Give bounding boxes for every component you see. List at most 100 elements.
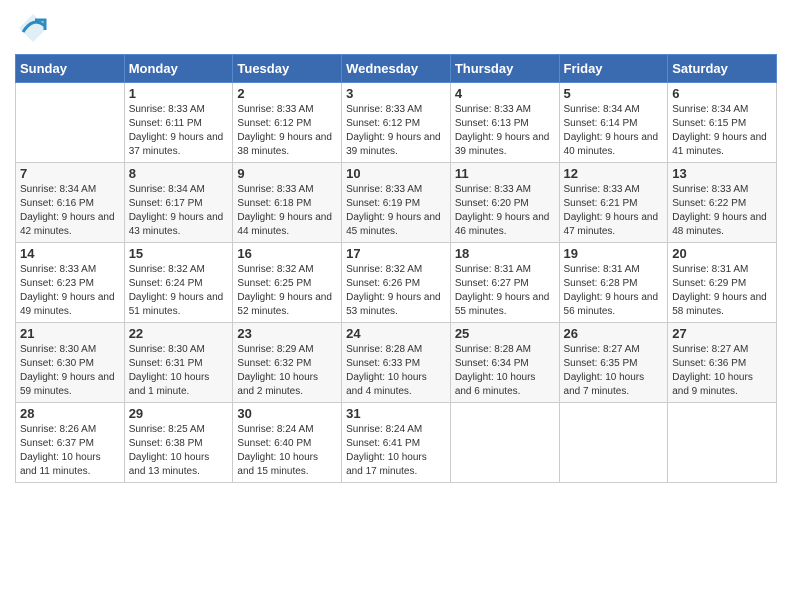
day-info: Sunrise: 8:26 AM Sunset: 6:37 PM Dayligh… — [20, 423, 120, 479]
calendar-cell: 13 Sunrise: 8:33 AM Sunset: 6:22 PM Dayli… — [668, 163, 777, 243]
calendar-cell: 28 Sunrise: 8:26 AM Sunset: 6:37 PM Dayli… — [16, 403, 125, 483]
day-info: Sunrise: 8:33 AM Sunset: 6:13 PM Dayligh… — [455, 103, 555, 159]
day-info: Sunrise: 8:31 AM Sunset: 6:29 PM Dayligh… — [672, 263, 772, 319]
day-number: 31 — [346, 406, 446, 421]
day-info: Sunrise: 8:24 AM Sunset: 6:41 PM Dayligh… — [346, 423, 446, 479]
day-info: Sunrise: 8:33 AM Sunset: 6:19 PM Dayligh… — [346, 183, 446, 239]
calendar-table: SundayMondayTuesdayWednesdayThursdayFrid… — [15, 54, 777, 483]
day-number: 18 — [455, 246, 555, 261]
calendar-cell: 27Sunrise: 8:27 AM Sunset: 6:36 PM Dayli… — [668, 323, 777, 403]
calendar-cell: 8Sunrise: 8:34 AM Sunset: 6:17 PM Daylig… — [124, 163, 233, 243]
day-number: 7 — [20, 166, 120, 181]
calendar-cell: 7 Sunrise: 8:34 AM Sunset: 6:16 PM Daylig… — [16, 163, 125, 243]
day-number: 8 — [129, 166, 229, 181]
col-header-friday: Friday — [559, 55, 668, 83]
calendar-cell: 12 Sunrise: 8:33 AM Sunset: 6:21 PM Dayli… — [559, 163, 668, 243]
day-info: Sunrise: 8:25 AM Sunset: 6:38 PM Dayligh… — [129, 423, 229, 479]
day-info: Sunrise: 8:33 AM Sunset: 6:21 PM Dayligh… — [564, 183, 664, 239]
day-number: 29 — [129, 406, 229, 421]
calendar-week-row: 21Sunrise: 8:30 AM Sunset: 6:30 PM Dayli… — [16, 323, 777, 403]
day-number: 24 — [346, 326, 446, 341]
day-info: Sunrise: 8:33 AM Sunset: 6:18 PM Dayligh… — [237, 183, 337, 239]
day-info: Sunrise: 8:28 AM Sunset: 6:33 PM Dayligh… — [346, 343, 446, 399]
calendar-cell: 2 Sunrise: 8:33 AM Sunset: 6:12 PM Daylig… — [233, 83, 342, 163]
calendar-week-row: 14 Sunrise: 8:33 AM Sunset: 6:23 PM Dayli… — [16, 243, 777, 323]
day-number: 2 — [237, 86, 337, 101]
day-info: Sunrise: 8:33 AM Sunset: 6:20 PM Dayligh… — [455, 183, 555, 239]
day-info: Sunrise: 8:28 AM Sunset: 6:34 PM Dayligh… — [455, 343, 555, 399]
day-number: 4 — [455, 86, 555, 101]
day-info: Sunrise: 8:33 AM Sunset: 6:12 PM Dayligh… — [346, 103, 446, 159]
day-info: Sunrise: 8:34 AM Sunset: 6:14 PM Dayligh… — [564, 103, 664, 159]
calendar-cell: 30 Sunrise: 8:24 AM Sunset: 6:40 PM Dayli… — [233, 403, 342, 483]
day-number: 12 — [564, 166, 664, 181]
calendar-cell: 6Sunrise: 8:34 AM Sunset: 6:15 PM Daylig… — [668, 83, 777, 163]
day-info: Sunrise: 8:34 AM Sunset: 6:16 PM Dayligh… — [20, 183, 120, 239]
day-info: Sunrise: 8:32 AM Sunset: 6:25 PM Dayligh… — [237, 263, 337, 319]
col-header-saturday: Saturday — [668, 55, 777, 83]
col-header-sunday: Sunday — [16, 55, 125, 83]
day-number: 13 — [672, 166, 772, 181]
calendar-cell — [668, 403, 777, 483]
calendar-cell: 24 Sunrise: 8:28 AM Sunset: 6:33 PM Dayli… — [342, 323, 451, 403]
calendar-cell: 31 Sunrise: 8:24 AM Sunset: 6:41 PM Dayli… — [342, 403, 451, 483]
day-info: Sunrise: 8:30 AM Sunset: 6:31 PM Dayligh… — [129, 343, 229, 399]
day-info: Sunrise: 8:32 AM Sunset: 6:24 PM Dayligh… — [129, 263, 229, 319]
calendar-cell: 26 Sunrise: 8:27 AM Sunset: 6:35 PM Dayli… — [559, 323, 668, 403]
calendar-cell: 20 Sunrise: 8:31 AM Sunset: 6:29 PM Dayli… — [668, 243, 777, 323]
day-info: Sunrise: 8:33 AM Sunset: 6:12 PM Dayligh… — [237, 103, 337, 159]
day-info: Sunrise: 8:33 AM Sunset: 6:23 PM Dayligh… — [20, 263, 120, 319]
logo-icon — [15, 10, 51, 46]
calendar-week-row: 28 Sunrise: 8:26 AM Sunset: 6:37 PM Dayli… — [16, 403, 777, 483]
day-info: Sunrise: 8:29 AM Sunset: 6:32 PM Dayligh… — [237, 343, 337, 399]
calendar-cell: 23 Sunrise: 8:29 AM Sunset: 6:32 PM Dayli… — [233, 323, 342, 403]
day-number: 5 — [564, 86, 664, 101]
header — [15, 10, 777, 46]
col-header-monday: Monday — [124, 55, 233, 83]
calendar-cell: 14 Sunrise: 8:33 AM Sunset: 6:23 PM Dayli… — [16, 243, 125, 323]
calendar-cell: 15 Sunrise: 8:32 AM Sunset: 6:24 PM Dayli… — [124, 243, 233, 323]
calendar-cell: 4 Sunrise: 8:33 AM Sunset: 6:13 PM Daylig… — [450, 83, 559, 163]
day-info: Sunrise: 8:31 AM Sunset: 6:28 PM Dayligh… — [564, 263, 664, 319]
col-header-thursday: Thursday — [450, 55, 559, 83]
calendar-cell: 29 Sunrise: 8:25 AM Sunset: 6:38 PM Dayli… — [124, 403, 233, 483]
calendar-cell: 1 Sunrise: 8:33 AM Sunset: 6:11 PM Daylig… — [124, 83, 233, 163]
day-number: 20 — [672, 246, 772, 261]
calendar-week-row: 1 Sunrise: 8:33 AM Sunset: 6:11 PM Daylig… — [16, 83, 777, 163]
day-number: 16 — [237, 246, 337, 261]
col-header-tuesday: Tuesday — [233, 55, 342, 83]
day-number: 26 — [564, 326, 664, 341]
calendar-cell: 25Sunrise: 8:28 AM Sunset: 6:34 PM Dayli… — [450, 323, 559, 403]
calendar-cell: 16 Sunrise: 8:32 AM Sunset: 6:25 PM Dayli… — [233, 243, 342, 323]
calendar-cell: 11Sunrise: 8:33 AM Sunset: 6:20 PM Dayli… — [450, 163, 559, 243]
day-info: Sunrise: 8:27 AM Sunset: 6:35 PM Dayligh… — [564, 343, 664, 399]
day-number: 1 — [129, 86, 229, 101]
day-number: 23 — [237, 326, 337, 341]
calendar-cell — [559, 403, 668, 483]
logo — [15, 10, 55, 46]
day-info: Sunrise: 8:33 AM Sunset: 6:22 PM Dayligh… — [672, 183, 772, 239]
day-info: Sunrise: 8:31 AM Sunset: 6:27 PM Dayligh… — [455, 263, 555, 319]
calendar-cell: 22 Sunrise: 8:30 AM Sunset: 6:31 PM Dayli… — [124, 323, 233, 403]
day-number: 28 — [20, 406, 120, 421]
calendar-cell — [16, 83, 125, 163]
calendar-cell: 19 Sunrise: 8:31 AM Sunset: 6:28 PM Dayli… — [559, 243, 668, 323]
day-number: 14 — [20, 246, 120, 261]
day-number: 15 — [129, 246, 229, 261]
day-info: Sunrise: 8:24 AM Sunset: 6:40 PM Dayligh… — [237, 423, 337, 479]
day-number: 19 — [564, 246, 664, 261]
day-number: 22 — [129, 326, 229, 341]
calendar-cell: 3 Sunrise: 8:33 AM Sunset: 6:12 PM Daylig… — [342, 83, 451, 163]
calendar-cell: 17Sunrise: 8:32 AM Sunset: 6:26 PM Dayli… — [342, 243, 451, 323]
day-number: 9 — [237, 166, 337, 181]
day-info: Sunrise: 8:33 AM Sunset: 6:11 PM Dayligh… — [129, 103, 229, 159]
day-number: 6 — [672, 86, 772, 101]
calendar-cell: 18 Sunrise: 8:31 AM Sunset: 6:27 PM Dayli… — [450, 243, 559, 323]
calendar-cell: 5 Sunrise: 8:34 AM Sunset: 6:14 PM Daylig… — [559, 83, 668, 163]
calendar-cell: 21Sunrise: 8:30 AM Sunset: 6:30 PM Dayli… — [16, 323, 125, 403]
day-info: Sunrise: 8:27 AM Sunset: 6:36 PM Dayligh… — [672, 343, 772, 399]
calendar-cell: 10Sunrise: 8:33 AM Sunset: 6:19 PM Dayli… — [342, 163, 451, 243]
day-number: 30 — [237, 406, 337, 421]
day-number: 3 — [346, 86, 446, 101]
day-number: 17 — [346, 246, 446, 261]
